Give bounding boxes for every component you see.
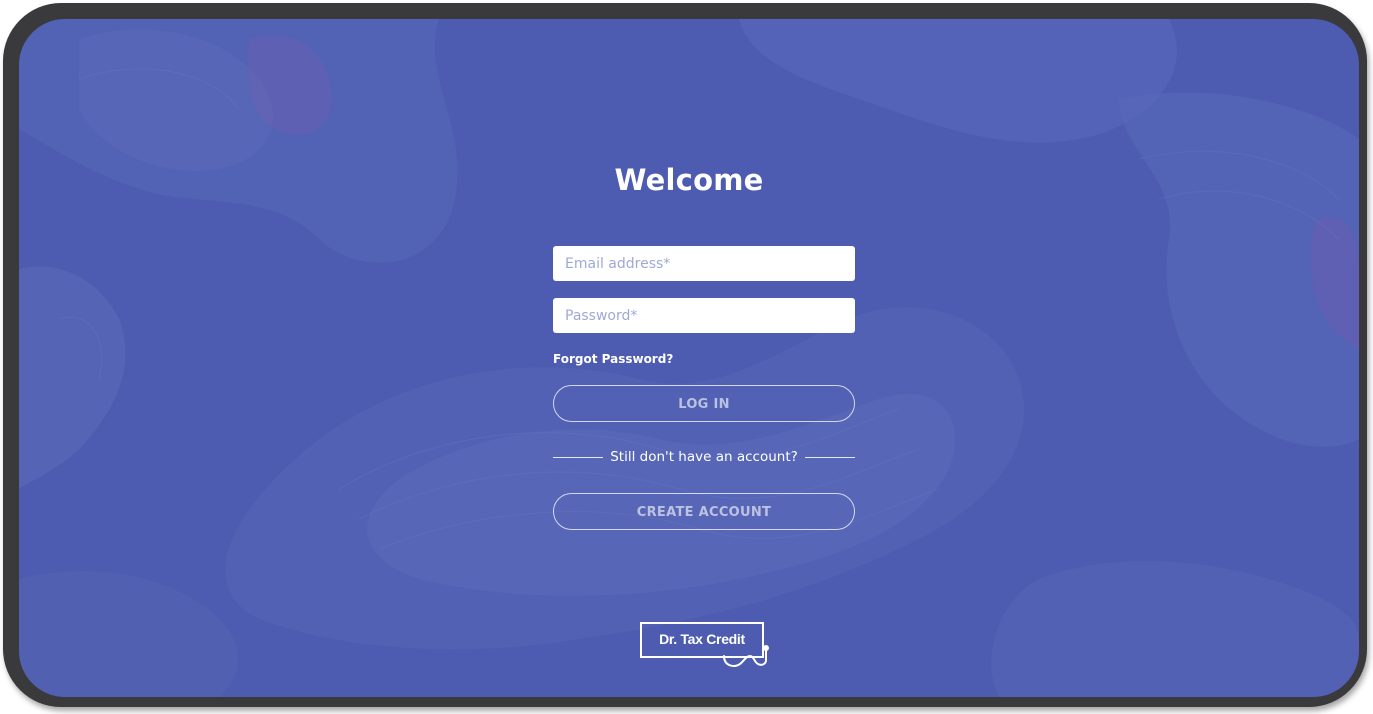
password-field[interactable] — [553, 298, 855, 333]
divider-line-right — [804, 456, 856, 458]
forgot-password-link[interactable]: Forgot Password? — [553, 352, 673, 366]
divider-line-left — [553, 456, 604, 458]
device-frame: Welcome Forgot Password? LOG IN Still do… — [3, 3, 1367, 707]
divider-text: Still don't have an account? — [610, 449, 798, 465]
account-divider: Still don't have an account? — [553, 447, 856, 467]
login-button[interactable]: LOG IN — [553, 385, 855, 422]
brand-logo: Dr. Tax Credit — [640, 622, 770, 670]
login-screen: Welcome Forgot Password? LOG IN Still do… — [19, 19, 1359, 697]
email-field[interactable] — [553, 246, 855, 281]
create-account-button[interactable]: CREATE ACCOUNT — [553, 493, 855, 530]
stethoscope-icon — [723, 645, 769, 667]
page-title: Welcome — [614, 163, 764, 197]
topographic-background — [19, 19, 1359, 697]
